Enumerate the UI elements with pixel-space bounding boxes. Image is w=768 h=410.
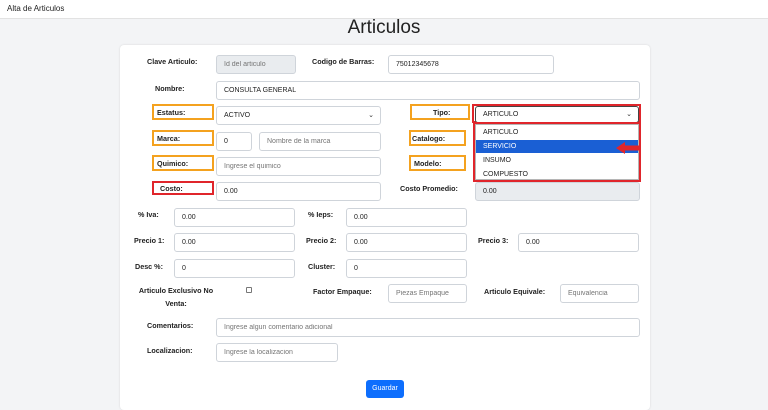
exclusivo-label-line2: Venta: (165, 299, 187, 308)
precio3-label: Precio 3: (478, 236, 509, 245)
tipo-option[interactable]: COMPUESTO (476, 168, 638, 181)
precio2-input[interactable]: 0.00 (346, 233, 467, 252)
nombre-label: Nombre: (155, 84, 185, 93)
precio1-label: Precio 1: (134, 236, 165, 245)
factor-empaque-label: Factor Empaque: (313, 287, 372, 296)
marca-nombre-input[interactable] (259, 132, 381, 151)
chevron-down-icon: ⌄ (626, 111, 632, 118)
save-button[interactable]: Guardar (366, 380, 404, 398)
articulo-equivale-label: Articulo Equivale: (484, 287, 546, 296)
ieps-input[interactable]: 0.00 (346, 208, 467, 227)
estatus-label: Estatus: (157, 108, 186, 117)
quimico-input[interactable] (216, 157, 381, 176)
costo-promedio-label: Costo Promedio: (400, 184, 458, 193)
localizacion-input[interactable] (216, 343, 338, 362)
window-title: Alta de Articulos (7, 4, 65, 13)
tipo-option[interactable]: INSUMO (476, 154, 638, 167)
exclusivo-label-line1: Articulo Exclusivo No (138, 286, 214, 295)
iva-input[interactable]: 0.00 (174, 208, 295, 227)
ieps-label: % Ieps: (308, 210, 334, 219)
costo-label: Costo: (160, 184, 183, 193)
iva-label: % Iva: (138, 210, 159, 219)
costo-promedio-input: 0.00 (475, 182, 640, 201)
precio3-input[interactable]: 0.00 (518, 233, 639, 252)
codigo-barras-label: Codigo de Barras: (312, 57, 375, 66)
clave-input[interactable] (216, 55, 296, 74)
codigo-barras-input[interactable]: 75012345678 (388, 55, 554, 74)
tipo-option-selected[interactable]: SERVICIO (476, 140, 638, 153)
precio1-input[interactable]: 0.00 (174, 233, 295, 252)
nombre-input[interactable]: CONSULTA GENERAL (216, 81, 640, 100)
page-title: Articulos (347, 17, 421, 38)
desc-label: Desc %: (135, 262, 163, 271)
clave-label: Clave Articulo: (147, 57, 198, 66)
comentarios-input[interactable] (216, 318, 640, 337)
comentarios-label: Comentarios: (147, 321, 194, 330)
tipo-select[interactable]: ARTICULO ⌄ (475, 106, 639, 123)
marca-label: Marca: (157, 134, 181, 143)
articulo-equivale-input[interactable] (560, 284, 639, 303)
costo-input[interactable]: 0.00 (216, 182, 381, 201)
cluster-label: Cluster: (308, 262, 336, 271)
tipo-label: Tipo: (433, 108, 451, 117)
modelo-label: Modelo: (414, 159, 442, 168)
desc-input[interactable]: 0 (174, 259, 295, 278)
catalogo-label: Catalogo: (412, 134, 446, 143)
cluster-input[interactable]: 0 (346, 259, 467, 278)
tipo-value: ARTICULO (483, 111, 519, 118)
localizacion-label: Localizacion: (147, 346, 193, 355)
chevron-down-icon: ⌄ (368, 112, 374, 119)
red-arrow-icon (616, 142, 639, 154)
factor-empaque-input[interactable] (388, 284, 467, 303)
tipo-option[interactable]: ARTICULO (476, 126, 638, 139)
quimico-label: Quimico: (157, 159, 189, 168)
tipo-dropdown-list: ARTICULO SERVICIO INSUMO COMPUESTO (475, 124, 639, 180)
estatus-value: ACTIVO (224, 112, 251, 119)
marca-id-input[interactable]: 0 (216, 132, 252, 151)
precio2-label: Precio 2: (306, 236, 337, 245)
exclusivo-checkbox[interactable] (246, 287, 252, 293)
estatus-select[interactable]: ACTIVO ⌄ (216, 106, 381, 125)
exclusivo-label: Articulo Exclusivo No Venta: (134, 286, 218, 308)
